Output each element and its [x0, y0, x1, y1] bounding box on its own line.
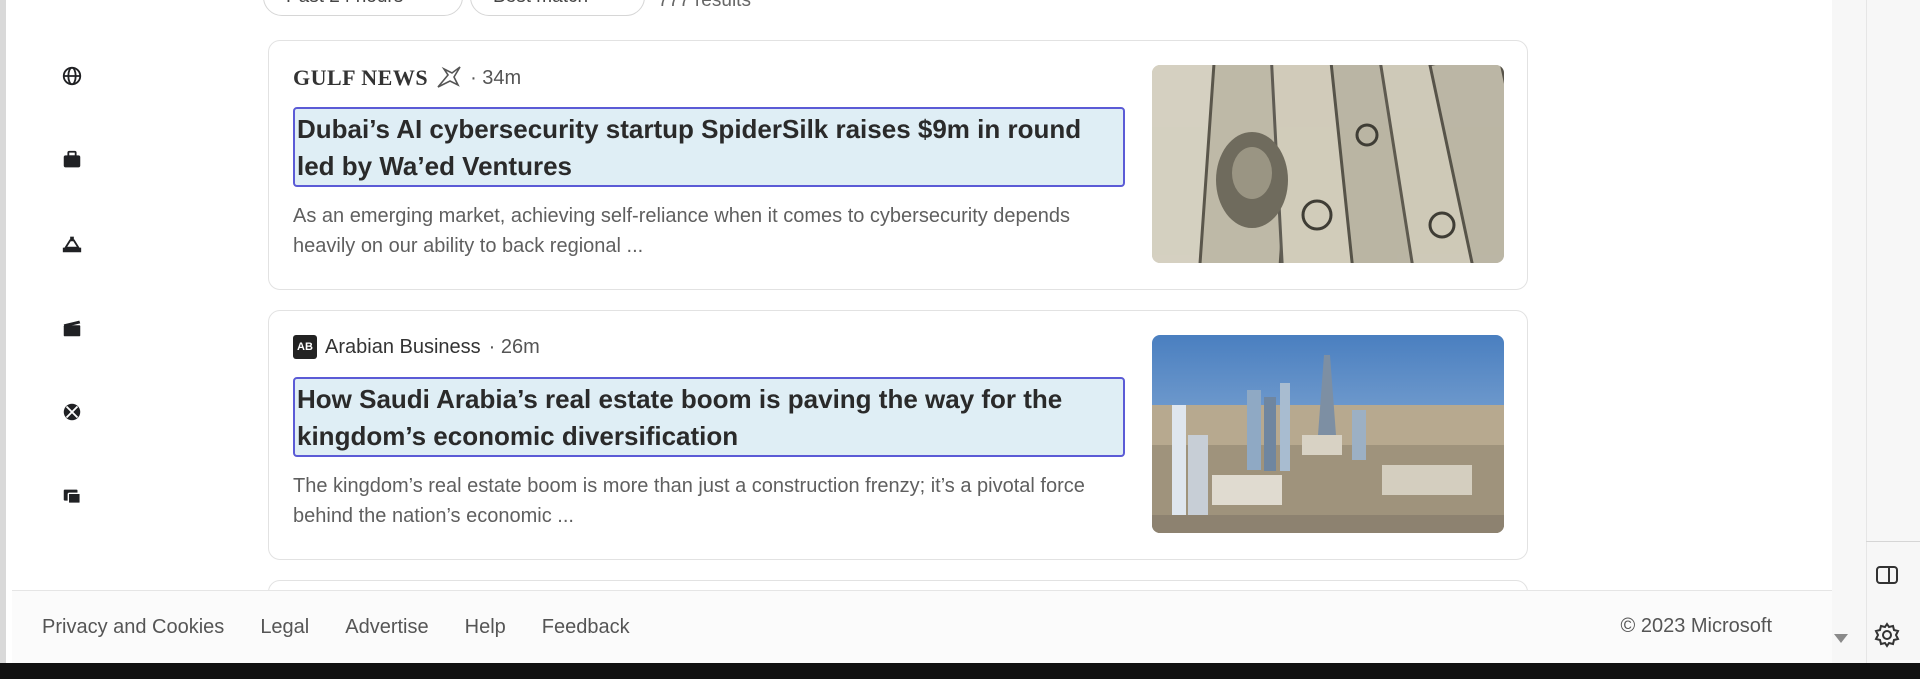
sort-filter-label: Best match	[493, 0, 588, 8]
settings-gear-icon[interactable]	[1874, 622, 1900, 648]
card-source: GULF NEWS · 34m	[293, 65, 521, 91]
card-source: AB Arabian Business · 26m	[293, 335, 540, 359]
globe-icon[interactable]	[60, 64, 84, 88]
sort-filter-button[interactable]: Best match	[470, 0, 645, 16]
article-thumbnail[interactable]	[1152, 335, 1504, 533]
menu-icon[interactable]	[60, 0, 84, 6]
sidebar-separator	[1866, 541, 1920, 542]
article-thumbnail[interactable]	[1152, 65, 1504, 263]
time-filter-button[interactable]: Past 24 hours	[263, 0, 463, 16]
briefcase-icon[interactable]	[60, 148, 84, 172]
article-title-link[interactable]: Dubai’s AI cybersecurity startup SpiderS…	[293, 107, 1125, 187]
movie-icon[interactable]	[60, 316, 84, 340]
sidebar-divider	[1866, 0, 1867, 663]
news-card[interactable]: AB Arabian Business · 26m How Saudi Arab…	[268, 310, 1528, 560]
article-snippet: As an emerging market, achieving self-re…	[293, 205, 1071, 257]
science-icon[interactable]	[60, 232, 84, 256]
article-age: · 26m	[488, 335, 540, 358]
footer: Privacy and Cookies Legal Advertise Help…	[12, 590, 1838, 664]
footer-link-feedback[interactable]: Feedback	[542, 616, 630, 639]
falcon-logo-icon	[437, 66, 461, 88]
tech-icon[interactable]	[60, 484, 84, 508]
results-count: 777 results	[658, 0, 751, 11]
footer-link-advertise[interactable]: Advertise	[345, 616, 428, 639]
footer-link-legal[interactable]: Legal	[260, 616, 309, 639]
search-results-page: Past 24 hours Best match 777 results GUL…	[0, 0, 1838, 664]
article-age: · 34m	[470, 66, 522, 89]
copyright: © 2023 Microsoft	[1620, 615, 1772, 637]
gulf-news-logo: GULF NEWS	[293, 65, 429, 90]
footer-link-privacy[interactable]: Privacy and Cookies	[42, 616, 224, 639]
article-snippet: The kingdom’s real estate boom is more t…	[293, 475, 1085, 527]
article-title-link[interactable]: How Saudi Arabia’s real estate boom is p…	[293, 377, 1125, 457]
footer-link-help[interactable]: Help	[465, 616, 506, 639]
scroll-down-arrow-icon[interactable]	[1834, 634, 1848, 643]
news-card[interactable]: GULF NEWS · 34m Dubai’s AI cybersecurity…	[268, 40, 1528, 290]
arabian-business-logo: AB	[293, 335, 317, 359]
taskbar-edge	[0, 663, 1920, 679]
split-screen-icon[interactable]	[1874, 562, 1900, 588]
source-name: Arabian Business	[325, 335, 481, 358]
time-filter-label: Past 24 hours	[286, 0, 403, 8]
sports-icon[interactable]	[60, 400, 84, 424]
